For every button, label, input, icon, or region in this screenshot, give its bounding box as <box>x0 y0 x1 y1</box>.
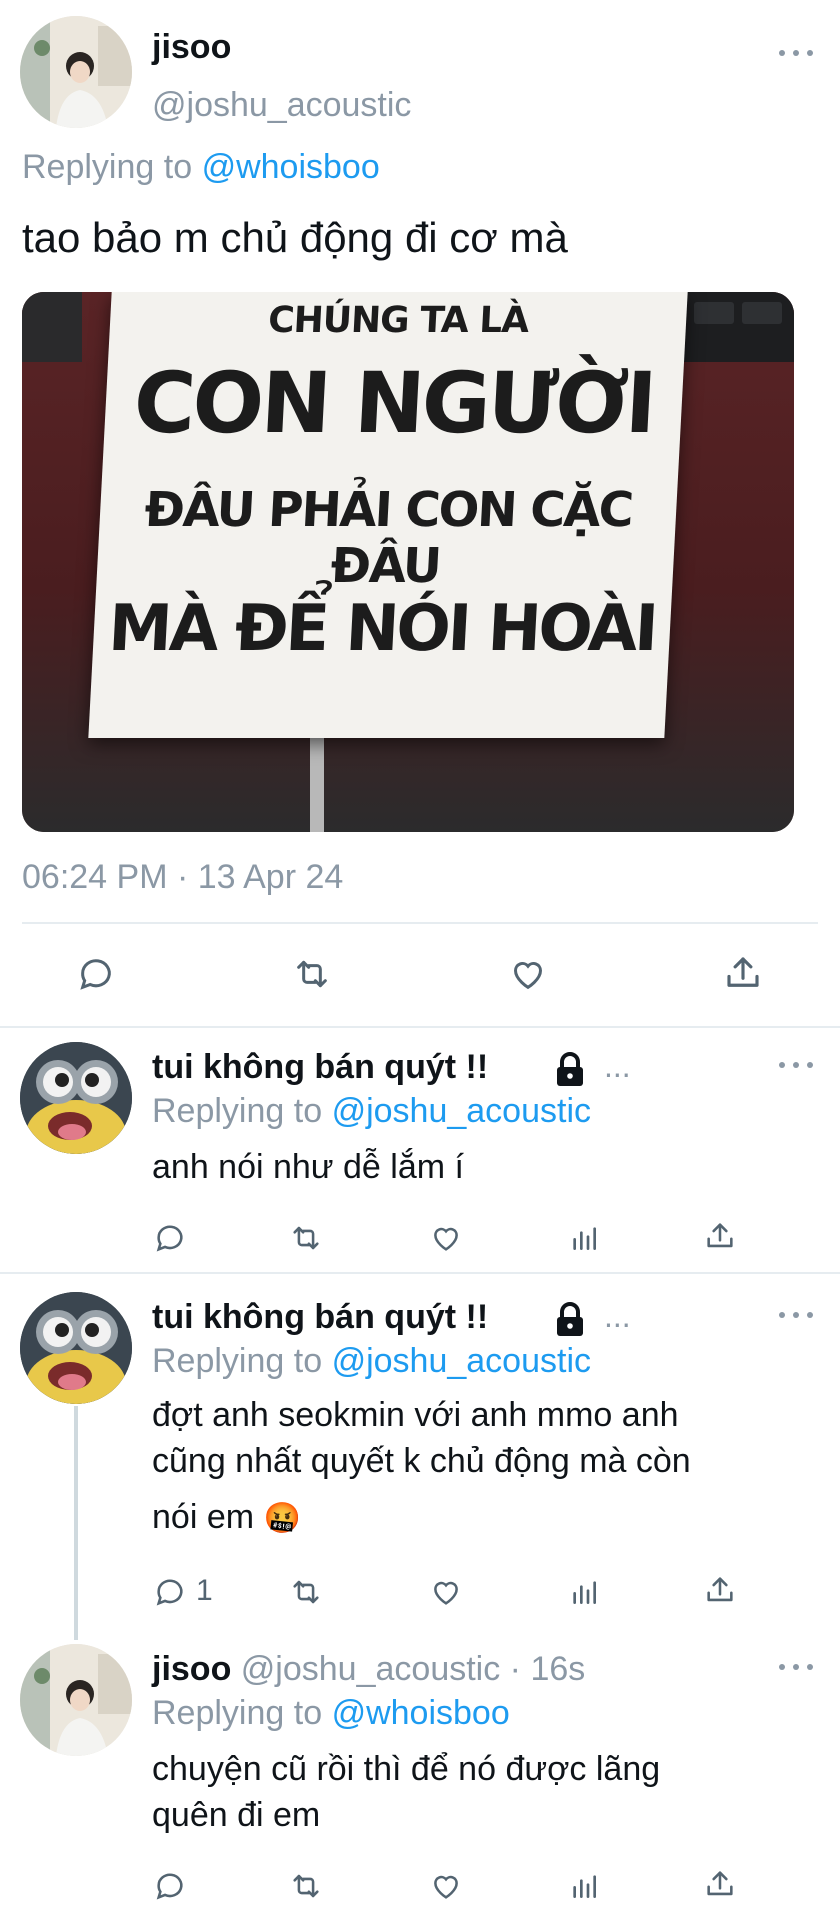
share-icon[interactable] <box>700 1216 740 1256</box>
share-icon[interactable] <box>720 950 766 996</box>
more-icon[interactable] <box>779 1058 813 1072</box>
views-icon[interactable] <box>564 1218 604 1258</box>
image-key <box>694 302 734 324</box>
reply-count: 1 <box>196 1574 213 1607</box>
cursing-emoji: 🤬 <box>263 1502 301 1535</box>
share-icon[interactable] <box>700 1570 740 1610</box>
avatar-jisoo[interactable] <box>20 1644 132 1756</box>
like-icon[interactable] <box>504 952 552 996</box>
image-key <box>742 302 782 324</box>
sign-line-2: CON NGƯỜI <box>131 354 657 452</box>
avatar-minion[interactable] <box>20 1292 132 1404</box>
reply-author-name[interactable]: jisoo <box>152 1650 231 1688</box>
sign-stick <box>310 732 324 832</box>
sign-line-3: ĐÂU PHẢI CON CẶC ĐÂU <box>143 482 634 594</box>
replying-to-line: Replying to @whoisboo <box>22 148 380 187</box>
retweet-icon[interactable] <box>286 1572 326 1612</box>
sign-line-4: MÀ ĐỂ NÓI HOÀI <box>106 592 658 666</box>
reply-icon[interactable] <box>150 1572 190 1612</box>
avatar-jisoo[interactable] <box>20 16 132 128</box>
replying-prefix: Replying to <box>152 1694 323 1732</box>
retweet-icon[interactable] <box>286 1218 326 1258</box>
reply-text-line-2: quên đi em <box>152 1796 321 1834</box>
reply-icon[interactable] <box>150 1218 190 1258</box>
more-icon[interactable] <box>779 1308 813 1322</box>
reply-author-line: jisoo @joshu_acoustic · 16s <box>152 1650 585 1689</box>
author-handle[interactable]: @joshu_acoustic <box>152 86 411 125</box>
replying-to-line: Replying to @whoisboo <box>152 1694 510 1733</box>
tweet-timestamp[interactable]: 06:24 PM · 13 Apr 24 <box>22 858 343 897</box>
replying-to-line: Replying to @joshu_acoustic <box>152 1092 591 1131</box>
reply-author-name[interactable]: tui không bán quýt !! <box>152 1048 488 1087</box>
replying-to-link[interactable]: @joshu_acoustic <box>332 1342 591 1380</box>
like-icon[interactable] <box>426 1572 466 1612</box>
replying-to-link[interactable]: @whoisboo <box>202 148 380 186</box>
image-left-edge <box>22 292 82 362</box>
views-icon[interactable] <box>564 1866 604 1906</box>
reply-text-tail: nói em <box>152 1498 255 1536</box>
name-ellipsis: ... <box>604 1298 631 1334</box>
more-icon[interactable] <box>779 1660 813 1674</box>
replying-to-link[interactable]: @joshu_acoustic <box>332 1092 591 1130</box>
lock-icon <box>552 1300 588 1338</box>
views-icon[interactable] <box>564 1572 604 1612</box>
thread-line <box>74 1406 78 1640</box>
like-icon[interactable] <box>426 1218 466 1258</box>
tweet-text: tao bảo m chủ động đi cơ mà <box>22 214 568 261</box>
sign-line-1: CHÚNG TA LÀ <box>267 300 530 341</box>
reply-text-line-1: đợt anh seokmin với anh mmo anh <box>152 1396 679 1434</box>
section-divider <box>0 1272 840 1274</box>
section-divider <box>0 1026 840 1028</box>
reply-text-line-3: nói em 🤬 <box>152 1498 301 1537</box>
name-ellipsis: ... <box>604 1048 631 1084</box>
replying-to-line: Replying to @joshu_acoustic <box>152 1342 591 1381</box>
author-name[interactable]: jisoo <box>152 28 231 67</box>
replying-prefix: Replying to <box>152 1092 323 1130</box>
sign-card: CHÚNG TA LÀ CON NGƯỜI ĐÂU PHẢI CON CẶC Đ… <box>88 292 688 738</box>
reply-handle-time[interactable]: @joshu_acoustic · 16s <box>241 1650 585 1688</box>
reply-author-name[interactable]: tui không bán quýt !! <box>152 1298 488 1337</box>
reply-text-line-1: chuyện cũ rồi thì để nó được lãng <box>152 1750 661 1788</box>
avatar-minion[interactable] <box>20 1042 132 1154</box>
reply-text: anh nói như dễ lắm í <box>152 1148 464 1186</box>
replying-to-link[interactable]: @whoisboo <box>332 1694 510 1732</box>
replying-prefix: Replying to <box>22 148 193 186</box>
retweet-icon[interactable] <box>288 952 336 996</box>
share-icon[interactable] <box>700 1864 740 1904</box>
timestamp-divider <box>22 922 818 924</box>
tweet-image[interactable]: CHÚNG TA LÀ CON NGƯỜI ĐÂU PHẢI CON CẶC Đ… <box>22 292 794 832</box>
reply-icon[interactable] <box>74 952 118 996</box>
lock-icon <box>552 1050 588 1088</box>
retweet-icon[interactable] <box>286 1866 326 1906</box>
more-icon[interactable] <box>779 46 813 60</box>
reply-icon[interactable] <box>150 1866 190 1906</box>
reply-text-line-2: cũng nhất quyết k chủ động mà còn <box>152 1442 691 1480</box>
like-icon[interactable] <box>426 1866 466 1906</box>
replying-prefix: Replying to <box>152 1342 323 1380</box>
